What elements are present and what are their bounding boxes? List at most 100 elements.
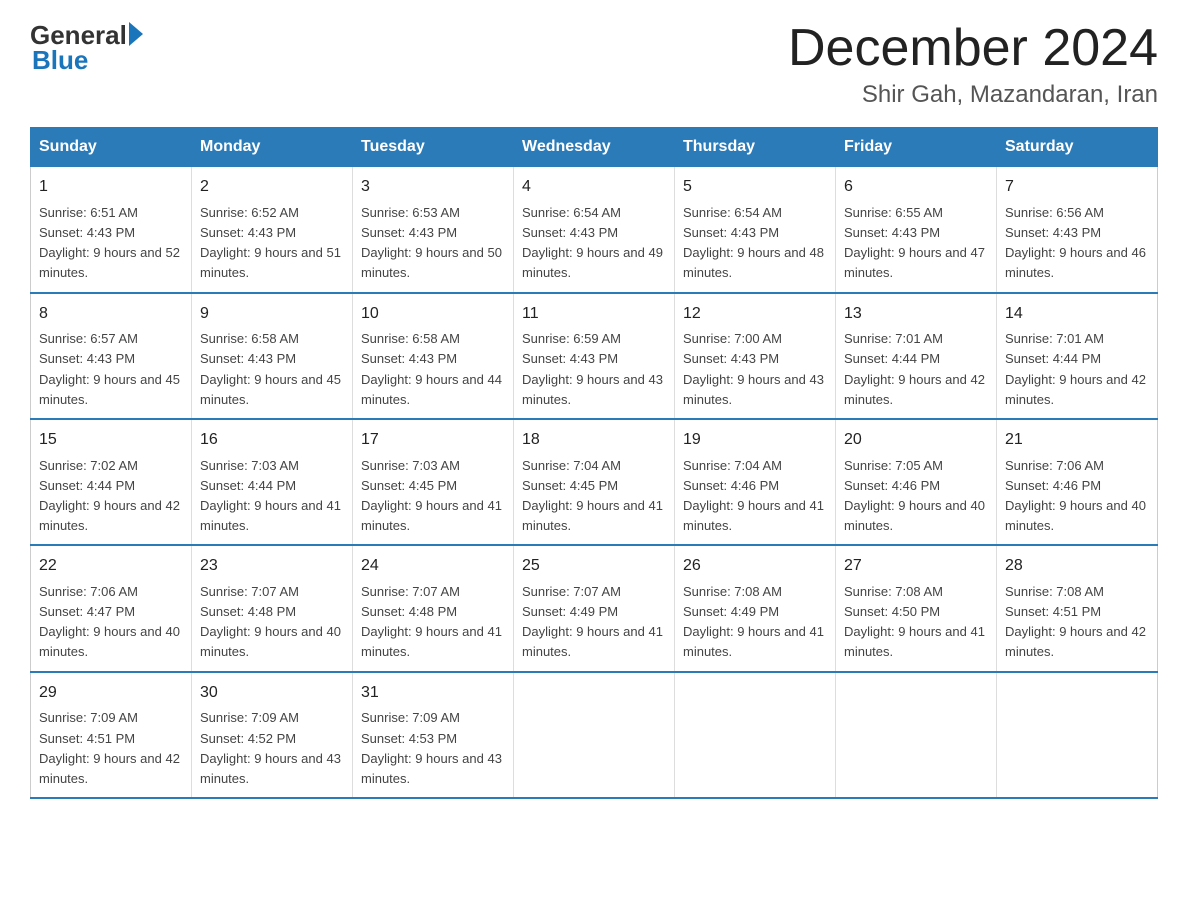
calendar-cell: 31 Sunrise: 7:09 AMSunset: 4:53 PMDaylig… [353,672,514,798]
day-info: Sunrise: 6:56 AMSunset: 4:43 PMDaylight:… [1005,205,1146,280]
calendar-cell: 20 Sunrise: 7:05 AMSunset: 4:46 PMDaylig… [836,419,997,545]
day-number: 3 [361,175,505,200]
day-number: 22 [39,554,183,579]
calendar-week-row: 22 Sunrise: 7:06 AMSunset: 4:47 PMDaylig… [31,545,1158,671]
column-header-saturday: Saturday [997,128,1158,167]
calendar-week-row: 15 Sunrise: 7:02 AMSunset: 4:44 PMDaylig… [31,419,1158,545]
column-header-sunday: Sunday [31,128,192,167]
day-info: Sunrise: 6:54 AMSunset: 4:43 PMDaylight:… [683,205,824,280]
day-number: 31 [361,681,505,706]
calendar-cell: 19 Sunrise: 7:04 AMSunset: 4:46 PMDaylig… [675,419,836,545]
day-info: Sunrise: 7:01 AMSunset: 4:44 PMDaylight:… [1005,331,1146,406]
calendar-cell: 22 Sunrise: 7:06 AMSunset: 4:47 PMDaylig… [31,545,192,671]
day-number: 11 [522,302,666,327]
calendar-cell: 28 Sunrise: 7:08 AMSunset: 4:51 PMDaylig… [997,545,1158,671]
day-number: 7 [1005,175,1149,200]
day-info: Sunrise: 6:51 AMSunset: 4:43 PMDaylight:… [39,205,180,280]
calendar-cell: 11 Sunrise: 6:59 AMSunset: 4:43 PMDaylig… [514,293,675,419]
calendar-cell [514,672,675,798]
day-info: Sunrise: 6:52 AMSunset: 4:43 PMDaylight:… [200,205,341,280]
day-info: Sunrise: 6:53 AMSunset: 4:43 PMDaylight:… [361,205,502,280]
day-number: 4 [522,175,666,200]
day-info: Sunrise: 7:07 AMSunset: 4:48 PMDaylight:… [200,584,341,659]
day-number: 19 [683,428,827,453]
column-header-thursday: Thursday [675,128,836,167]
calendar-cell: 23 Sunrise: 7:07 AMSunset: 4:48 PMDaylig… [192,545,353,671]
column-header-monday: Monday [192,128,353,167]
day-number: 29 [39,681,183,706]
day-info: Sunrise: 7:06 AMSunset: 4:46 PMDaylight:… [1005,458,1146,533]
day-number: 9 [200,302,344,327]
day-info: Sunrise: 7:07 AMSunset: 4:48 PMDaylight:… [361,584,502,659]
calendar-cell: 25 Sunrise: 7:07 AMSunset: 4:49 PMDaylig… [514,545,675,671]
calendar-cell: 2 Sunrise: 6:52 AMSunset: 4:43 PMDayligh… [192,167,353,293]
day-info: Sunrise: 7:06 AMSunset: 4:47 PMDaylight:… [39,584,180,659]
calendar-cell: 3 Sunrise: 6:53 AMSunset: 4:43 PMDayligh… [353,167,514,293]
day-info: Sunrise: 6:58 AMSunset: 4:43 PMDaylight:… [361,331,502,406]
calendar-cell: 21 Sunrise: 7:06 AMSunset: 4:46 PMDaylig… [997,419,1158,545]
calendar-cell: 5 Sunrise: 6:54 AMSunset: 4:43 PMDayligh… [675,167,836,293]
calendar-header-row: SundayMondayTuesdayWednesdayThursdayFrid… [31,128,1158,167]
calendar-week-row: 1 Sunrise: 6:51 AMSunset: 4:43 PMDayligh… [31,167,1158,293]
calendar-cell [675,672,836,798]
calendar-cell: 1 Sunrise: 6:51 AMSunset: 4:43 PMDayligh… [31,167,192,293]
calendar-cell: 18 Sunrise: 7:04 AMSunset: 4:45 PMDaylig… [514,419,675,545]
column-header-wednesday: Wednesday [514,128,675,167]
day-info: Sunrise: 7:09 AMSunset: 4:51 PMDaylight:… [39,710,180,785]
column-header-tuesday: Tuesday [353,128,514,167]
day-number: 2 [200,175,344,200]
logo: General Blue [30,20,143,73]
calendar-cell: 16 Sunrise: 7:03 AMSunset: 4:44 PMDaylig… [192,419,353,545]
day-info: Sunrise: 7:01 AMSunset: 4:44 PMDaylight:… [844,331,985,406]
calendar-cell: 7 Sunrise: 6:56 AMSunset: 4:43 PMDayligh… [997,167,1158,293]
title-block: December 2024 Shir Gah, Mazandaran, Iran [788,20,1158,109]
day-info: Sunrise: 7:03 AMSunset: 4:45 PMDaylight:… [361,458,502,533]
logo-arrow-icon [129,22,143,46]
day-info: Sunrise: 6:58 AMSunset: 4:43 PMDaylight:… [200,331,341,406]
page-header: General Blue December 2024 Shir Gah, Maz… [30,20,1158,109]
calendar-cell: 4 Sunrise: 6:54 AMSunset: 4:43 PMDayligh… [514,167,675,293]
calendar-cell: 24 Sunrise: 7:07 AMSunset: 4:48 PMDaylig… [353,545,514,671]
calendar-cell: 29 Sunrise: 7:09 AMSunset: 4:51 PMDaylig… [31,672,192,798]
day-number: 27 [844,554,988,579]
logo-blue-text: Blue [32,47,88,73]
day-number: 8 [39,302,183,327]
day-number: 14 [1005,302,1149,327]
calendar-cell: 10 Sunrise: 6:58 AMSunset: 4:43 PMDaylig… [353,293,514,419]
calendar-cell: 6 Sunrise: 6:55 AMSunset: 4:43 PMDayligh… [836,167,997,293]
calendar-cell: 8 Sunrise: 6:57 AMSunset: 4:43 PMDayligh… [31,293,192,419]
calendar-cell: 13 Sunrise: 7:01 AMSunset: 4:44 PMDaylig… [836,293,997,419]
day-info: Sunrise: 7:00 AMSunset: 4:43 PMDaylight:… [683,331,824,406]
day-number: 18 [522,428,666,453]
day-info: Sunrise: 6:54 AMSunset: 4:43 PMDaylight:… [522,205,663,280]
calendar-cell: 17 Sunrise: 7:03 AMSunset: 4:45 PMDaylig… [353,419,514,545]
day-number: 6 [844,175,988,200]
day-info: Sunrise: 6:59 AMSunset: 4:43 PMDaylight:… [522,331,663,406]
calendar-cell: 9 Sunrise: 6:58 AMSunset: 4:43 PMDayligh… [192,293,353,419]
calendar-cell [997,672,1158,798]
day-number: 13 [844,302,988,327]
day-info: Sunrise: 7:03 AMSunset: 4:44 PMDaylight:… [200,458,341,533]
day-number: 1 [39,175,183,200]
day-number: 25 [522,554,666,579]
day-number: 26 [683,554,827,579]
day-number: 10 [361,302,505,327]
calendar-cell: 27 Sunrise: 7:08 AMSunset: 4:50 PMDaylig… [836,545,997,671]
day-info: Sunrise: 6:55 AMSunset: 4:43 PMDaylight:… [844,205,985,280]
day-info: Sunrise: 7:07 AMSunset: 4:49 PMDaylight:… [522,584,663,659]
day-info: Sunrise: 6:57 AMSunset: 4:43 PMDaylight:… [39,331,180,406]
column-header-friday: Friday [836,128,997,167]
calendar-week-row: 29 Sunrise: 7:09 AMSunset: 4:51 PMDaylig… [31,672,1158,798]
day-number: 5 [683,175,827,200]
day-info: Sunrise: 7:09 AMSunset: 4:53 PMDaylight:… [361,710,502,785]
day-number: 12 [683,302,827,327]
calendar-cell: 26 Sunrise: 7:08 AMSunset: 4:49 PMDaylig… [675,545,836,671]
day-info: Sunrise: 7:09 AMSunset: 4:52 PMDaylight:… [200,710,341,785]
calendar-table: SundayMondayTuesdayWednesdayThursdayFrid… [30,127,1158,799]
day-number: 24 [361,554,505,579]
calendar-week-row: 8 Sunrise: 6:57 AMSunset: 4:43 PMDayligh… [31,293,1158,419]
day-number: 30 [200,681,344,706]
day-info: Sunrise: 7:08 AMSunset: 4:50 PMDaylight:… [844,584,985,659]
calendar-cell: 12 Sunrise: 7:00 AMSunset: 4:43 PMDaylig… [675,293,836,419]
calendar-cell: 14 Sunrise: 7:01 AMSunset: 4:44 PMDaylig… [997,293,1158,419]
